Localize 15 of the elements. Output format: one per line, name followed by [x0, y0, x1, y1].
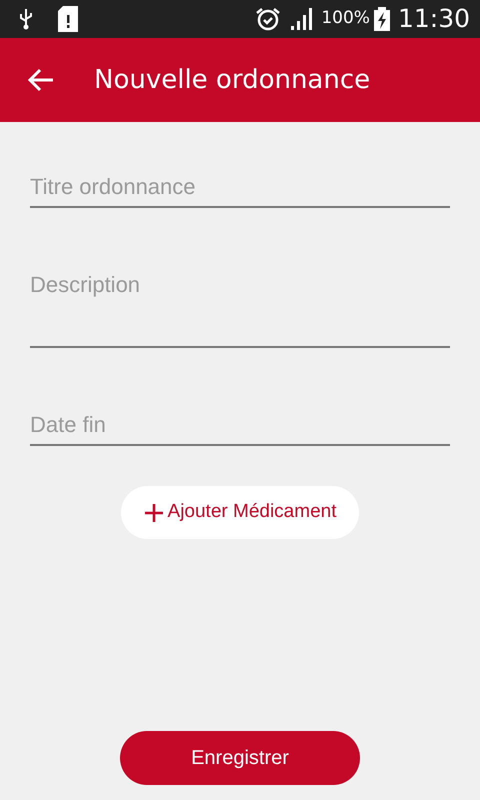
alarm-icon: [255, 7, 282, 31]
sd-card-icon: [58, 6, 78, 32]
screen-title: Nouvelle ordonnance: [94, 64, 370, 96]
clock-time: 11:30: [398, 3, 470, 36]
text-field[interactable]: Date fin: [30, 408, 450, 446]
signal-icon: [289, 8, 314, 30]
back-arrow-icon[interactable]: [28, 68, 54, 92]
usb-icon: [18, 8, 34, 30]
battery-percent: 100%: [321, 7, 370, 30]
battery-charging-icon: [374, 7, 390, 31]
text-field[interactable]: Description: [30, 268, 450, 348]
text-field[interactable]: Titre ordonnance: [30, 170, 450, 208]
save-button[interactable]: Enregistrer: [120, 731, 360, 785]
add-medication-button[interactable]: Ajouter Médicament: [121, 486, 359, 539]
plus-icon: [144, 502, 164, 522]
